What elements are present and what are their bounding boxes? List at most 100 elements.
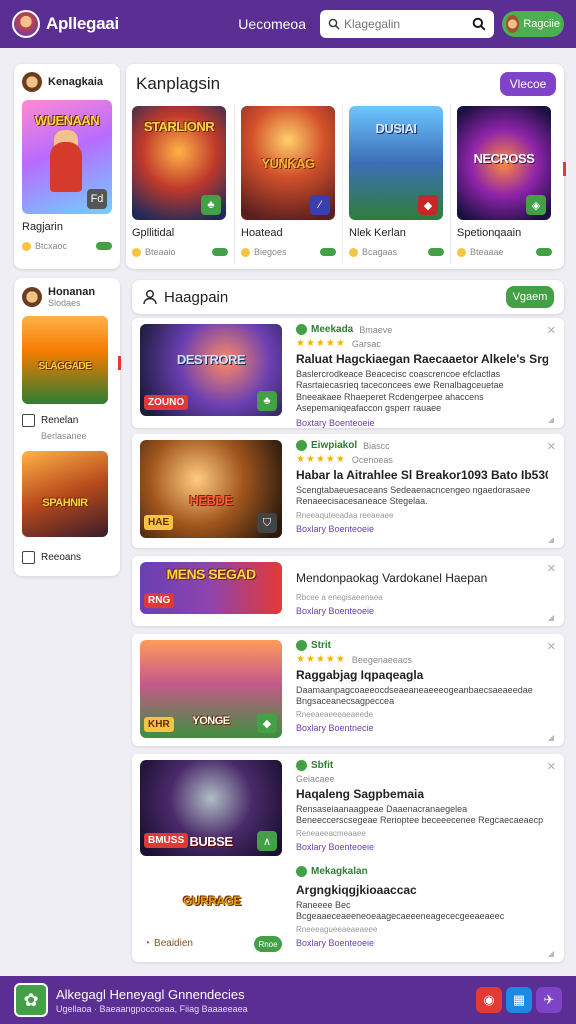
grid-icon[interactable]: ▦ — [506, 987, 532, 1013]
game-card-image[interactable]: YUNKAG ⁄ — [241, 106, 335, 220]
item-links[interactable]: Boxlary Boenteoeie — [296, 938, 548, 948]
publisher-name[interactable]: Sbfit — [311, 760, 333, 771]
game-card-name[interactable]: Ragjarin — [22, 221, 112, 233]
game-card-image[interactable]: DESTRORE ZOUNO ♣ — [140, 324, 282, 416]
item-title[interactable]: Mendonpaokag Vardokanel Haepan — [296, 571, 548, 585]
more-icon[interactable]: ◢ — [548, 733, 554, 742]
game-card[interactable]: DUSIAI ◆ Nlek Kerlan Bcagaas — [342, 104, 450, 264]
main-title: Haagpain — [164, 288, 229, 306]
diamond-icon: ◈ — [526, 195, 546, 215]
rating-stars: Geiacaee — [296, 774, 548, 784]
search-submit-icon[interactable] — [472, 17, 486, 31]
nav-link[interactable]: Uecomeoa — [238, 16, 306, 32]
item-description: Raneeee Bec Bcgeaaeceaeeneoeaagecaeeenea… — [296, 900, 505, 922]
publisher-name[interactable]: Strit — [311, 640, 331, 651]
game-card-image[interactable]: YONGE KHR ◆ — [140, 640, 282, 738]
game-card-meta-text: Biegoes — [254, 247, 287, 257]
item-title[interactable]: Argngkiqgjkioaaccac — [296, 883, 548, 897]
view-all-button[interactable]: Vlecoe — [500, 72, 556, 96]
game-card-image[interactable]: STARLIONR ♣ — [132, 106, 226, 220]
item-links[interactable]: Boxlary Boenteoeie — [296, 606, 548, 616]
toggle-pill[interactable] — [536, 248, 552, 256]
game-card-art-title: MENS SEGAD — [166, 566, 256, 583]
game-card-image[interactable]: BUBSE BMUSS ∧ — [140, 760, 282, 856]
toggle-pill[interactable] — [320, 248, 336, 256]
game-card-meta: Btcxaoc — [22, 241, 112, 251]
search-box — [320, 10, 494, 38]
item-title[interactable]: Raggabjag Iqpaqeagla — [296, 668, 548, 682]
toggle-pill[interactable] — [428, 248, 444, 256]
sidebar-item[interactable]: Reeoans — [22, 551, 112, 564]
item-links[interactable]: Boxlary Boenteoeie — [296, 524, 548, 534]
user-menu-button[interactable]: Ragciie — [502, 11, 564, 37]
publisher-name[interactable]: Eiwpiakol — [311, 440, 357, 451]
item-title[interactable]: Haqaleng Sagpbemaia — [296, 787, 548, 801]
sidebar-featured-panel: Kenagkaia WUENAAN Fd Ragjarin Btcxaoc — [14, 64, 120, 269]
sidebar-header: Kenagkaia — [22, 72, 112, 92]
item-links[interactable]: Boxlary Boenteoeie — [296, 842, 548, 852]
close-icon[interactable]: ✕ — [547, 640, 556, 653]
close-icon[interactable]: ✕ — [547, 562, 556, 575]
record-icon[interactable]: ◉ — [476, 987, 502, 1013]
action-button[interactable]: Rnoe — [254, 936, 282, 952]
close-icon[interactable]: ✕ — [547, 440, 556, 453]
stars-text: ★★★★★ — [296, 338, 346, 349]
footer-logo-icon[interactable]: ✿ — [14, 983, 48, 1017]
list-item[interactable]: YONGE KHR ◆ Strit ★★★★★ Beegenaeeacs Ragg… — [132, 634, 564, 746]
scroll-indicator — [563, 162, 566, 176]
publisher-sub: Bmaeve — [359, 324, 393, 335]
tree-icon: ♣ — [201, 195, 221, 215]
rating-sub: Garsac — [351, 338, 381, 349]
gem-icon: ◆ — [418, 195, 438, 215]
close-icon[interactable]: ✕ — [547, 760, 556, 773]
item-description: Scengtabaeuesaceans Sedeaenacncengeo nga… — [296, 485, 531, 507]
list-item[interactable]: MENS SEGAD RNG Mendonpaokag Vardokanel H… — [132, 556, 564, 626]
item-title[interactable]: Raluat Hagckiaegan Raecaaetor Alkele's S… — [296, 352, 548, 366]
game-card-badge: Fd — [87, 189, 107, 209]
item-title[interactable]: Habar la Aitrahlee Sl Breakor1093 Bato I… — [296, 468, 548, 482]
list-item[interactable]: HEBDE HAE ⛉ Eiwpiakol Biascc ★★★★★ Ocenoea… — [132, 434, 564, 548]
game-card-meta-text: Bteaaio — [145, 247, 176, 257]
app-logo[interactable] — [12, 10, 40, 38]
game-card-image[interactable]: DUSIAI ◆ — [349, 106, 443, 220]
item-note: Rbcee a enegisaeenaea — [296, 593, 383, 602]
game-card-image[interactable]: MENS SEGAD RNG — [140, 562, 282, 614]
more-icon[interactable]: ◢ — [548, 613, 554, 622]
item-links[interactable]: Boxlary Boentnecie — [296, 723, 548, 733]
list-item[interactable]: DESTRORE ZOUNO ♣ Meekada Bmaeve ★★★★★ Gars… — [132, 318, 564, 428]
publisher-name[interactable]: Mekagkalan — [311, 866, 368, 877]
more-icon[interactable]: ◢ — [548, 535, 554, 544]
game-card[interactable]: YUNKAG ⁄ Hoatead Biegoes — [234, 104, 342, 264]
toggle-pill[interactable] — [96, 242, 112, 250]
sidebar-item-sub: Berlasanee — [41, 431, 87, 441]
search-input[interactable] — [344, 17, 468, 31]
toggle-pill[interactable] — [212, 248, 228, 256]
game-card-image[interactable]: SPAHNIR — [22, 451, 108, 537]
game-card-image[interactable]: HEBDE HAE ⛉ — [140, 440, 282, 538]
more-icon[interactable]: ◢ — [548, 949, 554, 958]
game-card[interactable]: STARLIONR ♣ Gpllitidal Bteaaio — [126, 104, 234, 264]
game-card[interactable]: NECROSS ◈ Spetionqaain Bteaaae — [450, 104, 558, 264]
close-icon[interactable]: ✕ — [547, 324, 556, 337]
search-icon — [328, 18, 340, 30]
item-description: Rensaseiaanaagpeae Daaenacranaegelea Ben… — [296, 804, 544, 826]
sidebar-header-label: Honanan — [48, 286, 96, 298]
rating-sub: Beegenaeeacs — [351, 654, 412, 665]
item-links[interactable]: Boxtary Boenteoeie — [296, 418, 548, 428]
timer-icon: ◔ — [144, 938, 151, 949]
game-card-image[interactable]: SLAGGADE — [22, 316, 108, 404]
item-note: Reneaeeacmeaaee — [296, 829, 366, 838]
publisher-name[interactable]: Meekada — [311, 324, 353, 335]
list-item[interactable]: BUBSE BMUSS ∧ Sbfit Geiacaee Haqaleng Sa… — [132, 754, 564, 962]
view-button[interactable]: Vgaem — [506, 286, 554, 308]
game-card-meta-text: Bcagaas — [362, 247, 398, 257]
item-note: Rneeaquteeadaa reeaeaee — [296, 510, 394, 520]
plane-icon[interactable]: ✈ — [536, 987, 562, 1013]
game-logo-image[interactable]: GURRAGE — [152, 876, 272, 932]
more-icon[interactable]: ◢ — [548, 415, 554, 424]
sidebar-item[interactable]: Renelan — [22, 414, 112, 427]
shield-icon: ⛉ — [257, 513, 277, 533]
game-card-image[interactable]: WUENAAN Fd — [22, 100, 112, 214]
game-card-name: Gpllitidal — [132, 227, 175, 239]
game-card-image[interactable]: NECROSS ◈ — [457, 106, 551, 220]
